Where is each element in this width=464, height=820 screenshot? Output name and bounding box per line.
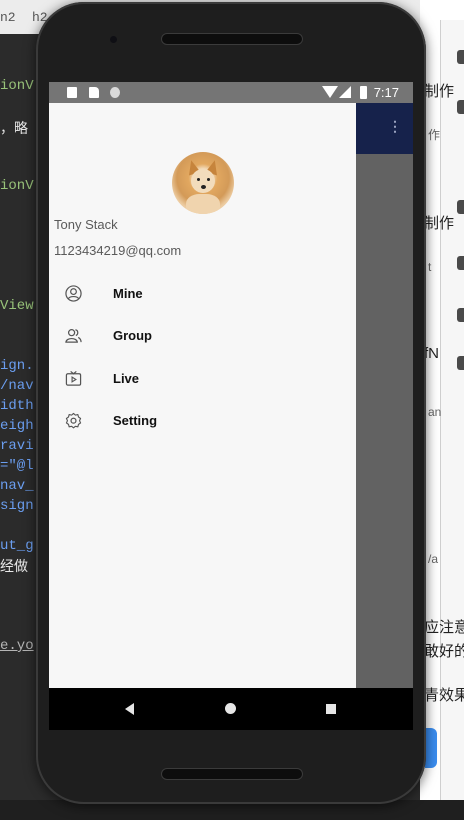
menu-item-label: Mine <box>113 286 143 301</box>
signal-icon <box>339 86 351 98</box>
article-text: /a <box>428 552 439 566</box>
code-line: sign <box>0 498 34 514</box>
side-dialog <box>440 20 464 800</box>
code-line: ，略 <box>0 122 28 138</box>
phone-screen: 7:17 ▽ ⋮ Tony Stack 1123434219@qq.com <box>49 82 413 730</box>
dog-nose-shape <box>201 185 206 189</box>
group-icon <box>65 329 82 343</box>
dog-eye-shape <box>207 178 210 181</box>
status-bar: 7:17 <box>49 82 413 103</box>
android-nav-bar <box>49 688 413 730</box>
article-text: t <box>428 260 432 274</box>
more-icon[interactable]: ⋮ <box>388 118 402 138</box>
code-line: /nav <box>0 378 34 394</box>
menu-item-label: Live <box>113 371 140 386</box>
dialog-tool-icon[interactable] <box>457 256 464 270</box>
circle-icon <box>110 87 120 98</box>
editor-tab[interactable]: n2 <box>0 10 16 25</box>
menu-item-live[interactable]: Live <box>49 358 356 400</box>
menu-item-group[interactable]: Group <box>49 315 356 357</box>
dialog-tool-icon[interactable] <box>457 200 464 214</box>
user-icon <box>65 285 82 302</box>
battery-icon <box>360 86 367 99</box>
user-email: 1123434219@qq.com <box>54 243 182 258</box>
earpiece <box>161 33 303 45</box>
article-text: 作 <box>428 128 441 142</box>
code-line: ="@l <box>0 458 34 474</box>
code-line: 经做 <box>0 560 28 576</box>
sd-card-icon <box>89 87 99 98</box>
tv-icon <box>65 370 82 386</box>
article-text: 青效果 <box>424 687 464 704</box>
front-camera <box>110 36 117 43</box>
recents-button[interactable] <box>311 688 351 730</box>
dialog-tool-icon[interactable] <box>457 50 464 64</box>
article-text: an <box>428 405 442 419</box>
a-icon <box>67 87 77 98</box>
code-line: eigh <box>0 418 34 434</box>
back-button[interactable] <box>111 688 151 730</box>
dog-eye-shape <box>197 178 200 181</box>
menu-item-mine[interactable]: Mine <box>49 273 356 315</box>
article-text: 制作 <box>424 83 455 100</box>
dog-face-shape <box>191 169 215 193</box>
wifi-icon <box>322 86 338 98</box>
code-line: ign. <box>0 358 34 374</box>
home-button[interactable] <box>211 688 251 730</box>
article-text: 应注意 <box>424 619 464 636</box>
article-text: 制作 <box>424 215 455 232</box>
code-line: e.yo <box>0 638 34 654</box>
user-name: Tony Stack <box>54 217 118 232</box>
avatar[interactable] <box>172 152 234 214</box>
dog-body-shape <box>186 194 220 214</box>
article-text: fN <box>424 345 439 362</box>
code-line: idth <box>0 398 34 414</box>
code-line: ionV <box>0 78 34 94</box>
code-line: View <box>0 298 34 314</box>
phone-emulator: 7:17 ▽ ⋮ Tony Stack 1123434219@qq.com <box>36 2 426 804</box>
dialog-tool-icon[interactable] <box>457 100 464 114</box>
drawer-header: Tony Stack 1123434219@qq.com <box>49 103 356 263</box>
code-line: ionV <box>0 178 34 194</box>
action-button[interactable] <box>425 728 437 768</box>
article-text: 敢好的 <box>424 643 464 660</box>
dialog-tool-icon[interactable] <box>457 308 464 322</box>
speaker <box>161 768 303 780</box>
gear-icon <box>65 412 82 429</box>
navigation-drawer: Tony Stack 1123434219@qq.com Mine Group … <box>49 103 356 688</box>
menu-item-setting[interactable]: Setting <box>49 400 356 442</box>
menu-item-label: Group <box>113 328 152 343</box>
code-line: nav_ <box>0 478 34 494</box>
code-line: ravi <box>0 438 34 454</box>
code-line: ut_g <box>0 538 34 554</box>
status-time: 7:17 <box>373 85 399 100</box>
menu-item-label: Setting <box>113 413 158 428</box>
dialog-tool-icon[interactable] <box>457 356 464 370</box>
